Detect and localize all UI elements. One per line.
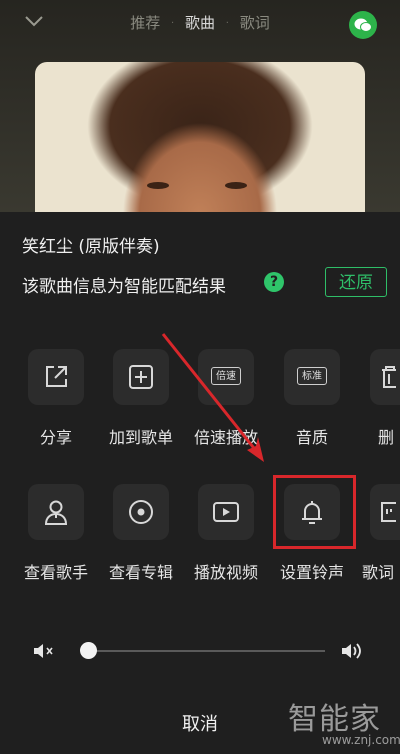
watermark-logo: 智能家 [288,702,381,737]
play-video-label: 播放视频 [193,563,258,582]
speed-badge-icon: 倍速 [211,367,241,385]
trash-icon [382,366,396,388]
lyrics-poster-icon [381,502,396,522]
play-video-button[interactable] [198,484,254,540]
audio-quality-label: 音质 [295,428,328,447]
cover-eye-left [147,182,169,189]
playback-speed-button[interactable]: 倍速 [198,349,254,405]
restore-button[interactable]: 还原 [325,267,387,297]
set-ringtone-label: 设置铃声 [279,563,344,582]
player-tabs: 推荐 · 歌曲 · 歌词 [0,12,400,33]
album-cover-image [35,62,365,222]
view-singer-button[interactable] [28,484,84,540]
watermark-url: www.znj.com [322,733,400,747]
cover-eye-right [225,182,247,189]
tab-separator: · [171,18,175,29]
share-label: 分享 [39,428,72,447]
add-to-playlist-icon [129,365,153,389]
help-icon[interactable]: ? [264,272,284,292]
quality-badge-icon: 标准 [297,367,327,385]
ringtone-highlight-box [273,475,356,549]
view-album-button[interactable] [113,484,169,540]
volume-slider-thumb[interactable] [80,642,97,659]
playback-speed-label: 倍速播放 [193,428,258,447]
delete-button[interactable] [370,349,400,405]
volume-max-icon[interactable] [340,640,366,662]
tab-separator: · [225,18,229,29]
volume-slider-track[interactable] [89,650,325,652]
share-icon [46,366,67,387]
add-to-playlist-button[interactable] [113,349,169,405]
tab-song[interactable]: 歌曲 [185,12,215,33]
share-button[interactable] [28,349,84,405]
audio-quality-button[interactable]: 标准 [284,349,340,405]
wechat-icon[interactable] [349,11,377,39]
tab-lyrics[interactable]: 歌词 [240,12,270,33]
view-album-label: 查看专辑 [108,563,173,582]
singer-icon [44,500,68,525]
lyrics-poster-button[interactable] [370,484,400,540]
player-top-bar: 推荐 · 歌曲 · 歌词 [0,0,400,48]
delete-label: 删 [378,428,395,447]
match-info-text: 该歌曲信息为智能匹配结果 [22,277,226,297]
add-to-playlist-label: 加到歌单 [108,428,173,447]
song-title: 笑红尘 (原版伴奏) [22,237,160,257]
view-singer-label: 查看歌手 [23,563,88,582]
album-icon [129,500,153,524]
tab-recommend[interactable]: 推荐 [130,12,160,33]
lyrics-poster-label: 歌词 [362,563,395,582]
video-play-icon [213,502,239,522]
volume-mute-icon[interactable] [32,641,56,661]
